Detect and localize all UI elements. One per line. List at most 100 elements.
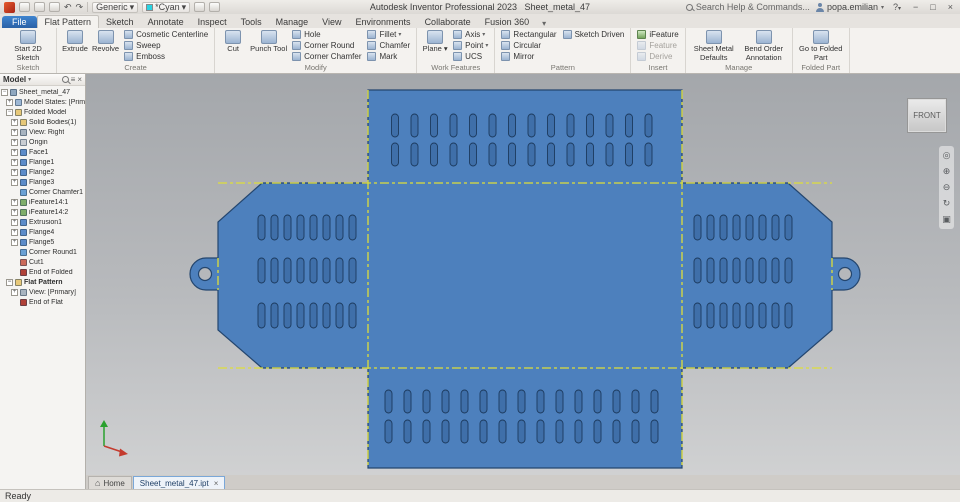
slot[interactable] xyxy=(384,389,393,414)
browser-close-icon[interactable]: × xyxy=(77,75,82,84)
slot[interactable] xyxy=(488,113,497,138)
slot[interactable] xyxy=(593,419,602,444)
pan-icon[interactable]: ⊕ xyxy=(943,166,951,177)
orbit-icon[interactable]: ↻ xyxy=(943,198,951,209)
slot[interactable] xyxy=(771,302,780,329)
expander-icon[interactable]: + xyxy=(11,178,18,186)
slot[interactable] xyxy=(441,389,450,414)
slot[interactable] xyxy=(732,302,741,329)
slot[interactable] xyxy=(706,214,715,241)
slot[interactable] xyxy=(517,419,526,444)
slot[interactable] xyxy=(650,419,659,444)
slot[interactable] xyxy=(410,113,419,138)
slot[interactable] xyxy=(309,302,318,329)
slot[interactable] xyxy=(758,257,767,284)
slot[interactable] xyxy=(270,302,279,329)
slot[interactable] xyxy=(644,142,653,167)
button-mirror[interactable]: Mirror xyxy=(498,51,559,62)
slot[interactable] xyxy=(348,302,357,329)
button-sheet-metal-defaults[interactable]: Sheet Metal Defaults xyxy=(689,28,739,63)
button-rectangular[interactable]: Rectangular xyxy=(498,29,559,40)
slot[interactable] xyxy=(449,142,458,167)
button-ifeature[interactable]: iFeature xyxy=(634,29,681,40)
tree-item-flange2[interactable]: + Flange2 xyxy=(0,167,85,177)
slot[interactable] xyxy=(498,419,507,444)
slot[interactable] xyxy=(517,389,526,414)
help-menu[interactable]: ?▾ xyxy=(890,2,904,12)
parameters-icon[interactable] xyxy=(209,2,221,12)
tab-home[interactable]: ⌂ Home xyxy=(88,476,132,489)
slot[interactable] xyxy=(449,113,458,138)
tree-item-view-right[interactable]: + View: Right xyxy=(0,127,85,137)
expander-icon[interactable]: + xyxy=(11,168,18,176)
appearance-dropdown[interactable]: *Cyan ▾ xyxy=(142,1,191,13)
button-feature[interactable]: Feature xyxy=(634,40,681,51)
slot[interactable] xyxy=(391,113,399,138)
slot[interactable] xyxy=(784,257,793,284)
tree-item-cut1[interactable]: +Cut1 xyxy=(0,257,85,267)
slot[interactable] xyxy=(257,302,266,329)
expander-icon[interactable]: + xyxy=(11,158,18,166)
tree-item-corner-round1[interactable]: +Corner Round1 xyxy=(0,247,85,257)
slot[interactable] xyxy=(784,302,793,329)
expander-icon[interactable]: + xyxy=(11,128,18,136)
button-circular[interactable]: Circular xyxy=(498,40,559,51)
tab-document[interactable]: Sheet_metal_47.ipt × xyxy=(132,476,226,489)
view-cube[interactable]: FRONT xyxy=(907,98,947,133)
button-derive[interactable]: Derive xyxy=(634,51,681,62)
slot[interactable] xyxy=(460,389,469,414)
slot[interactable] xyxy=(758,214,767,241)
tab-view[interactable]: View xyxy=(315,16,348,28)
browser-search-icon[interactable] xyxy=(61,76,69,83)
chevron-down-icon[interactable]: ▾ xyxy=(28,76,31,83)
button-punch-tool[interactable]: Punch Tool xyxy=(248,28,289,63)
tree-item-view-primary[interactable]: + View: [Primary] xyxy=(0,287,85,297)
slot[interactable] xyxy=(469,113,477,138)
slot[interactable] xyxy=(693,214,702,241)
slot[interactable] xyxy=(612,419,621,444)
slot[interactable] xyxy=(612,389,621,414)
slot[interactable] xyxy=(566,142,575,167)
tree-item-ifeature14-1[interactable]: + iFeature14:1 xyxy=(0,197,85,207)
button-emboss[interactable]: Emboss xyxy=(121,51,211,62)
slot[interactable] xyxy=(403,419,412,444)
slot[interactable] xyxy=(430,142,438,167)
slot[interactable] xyxy=(270,214,279,241)
button-sweep[interactable]: Sweep xyxy=(121,40,211,51)
slot[interactable] xyxy=(335,214,344,241)
slot[interactable] xyxy=(719,257,728,284)
new-file-icon[interactable] xyxy=(19,2,30,12)
slot[interactable] xyxy=(460,419,469,444)
button-extrude[interactable]: Extrude xyxy=(60,28,90,63)
expander-icon[interactable]: + xyxy=(11,288,18,296)
button-cut[interactable]: Cut xyxy=(218,28,248,63)
slot[interactable] xyxy=(693,257,702,284)
slot[interactable] xyxy=(732,257,741,284)
tree-item-origin[interactable]: + Origin xyxy=(0,137,85,147)
slot[interactable] xyxy=(410,142,419,167)
slot[interactable] xyxy=(488,142,497,167)
tree-item-ifeature14-2[interactable]: + iFeature14:2 xyxy=(0,207,85,217)
zoom-icon[interactable]: ⊖ xyxy=(943,182,951,193)
slot[interactable] xyxy=(693,302,702,329)
slot[interactable] xyxy=(283,302,292,329)
slot[interactable] xyxy=(441,419,450,444)
slot[interactable] xyxy=(758,302,767,329)
minimize-button[interactable]: − xyxy=(910,2,921,12)
tab-collaborate[interactable]: Collaborate xyxy=(418,16,478,28)
slot[interactable] xyxy=(605,142,614,167)
button-start-2d-sketch[interactable]: Start 2D Sketch xyxy=(3,28,53,63)
button-point[interactable]: Point ▾ xyxy=(450,40,491,51)
tree-item-flange5[interactable]: + Flange5 xyxy=(0,237,85,247)
slot[interactable] xyxy=(403,389,412,414)
slot[interactable] xyxy=(574,389,583,414)
slot[interactable] xyxy=(644,113,653,138)
undo-icon[interactable]: ↶ xyxy=(64,2,72,12)
tree-item-flange3[interactable]: + Flange3 xyxy=(0,177,85,187)
slot[interactable] xyxy=(384,419,393,444)
button-sketch-driven[interactable]: Sketch Driven xyxy=(560,29,628,40)
slot[interactable] xyxy=(348,214,357,241)
slot[interactable] xyxy=(745,257,754,284)
slot[interactable] xyxy=(536,389,545,414)
button-revolve[interactable]: Revolve xyxy=(90,28,121,63)
